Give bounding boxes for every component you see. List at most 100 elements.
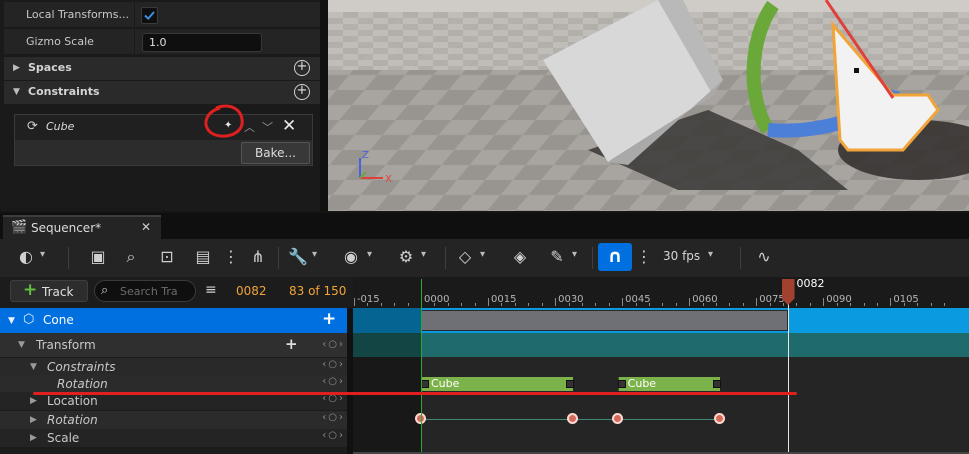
track-label-constraint-rotation: Rotation <box>57 377 108 391</box>
eye-icon[interactable]: ◉ <box>341 247 361 267</box>
constraint-item-row[interactable]: ⟳ Cube ✦ ︿ ﹀ ✕ <box>15 115 312 140</box>
collapse-arrow-icon[interactable]: ▼ <box>30 362 37 372</box>
sequencer-timeline[interactable]: -015 0000 0015 0030 0045 0060 0075 0090 0105 Cub… <box>353 277 969 454</box>
cone-section[interactable] <box>421 310 788 331</box>
remove-constraint-icon[interactable]: ✕ <box>282 116 296 136</box>
find-icon[interactable]: ⌕ <box>121 247 141 267</box>
pre-roll-shade <box>353 308 421 454</box>
playback-start-marker[interactable] <box>421 279 422 454</box>
gizmo-scale-input[interactable]: 1.0 <box>142 33 262 52</box>
ruler-minor-tick <box>434 303 436 306</box>
add-key-button[interactable]: + <box>285 335 298 353</box>
key-navigation-icon[interactable]: ‹○› <box>322 339 345 350</box>
chevron-down-icon[interactable]: ▾ <box>572 249 577 260</box>
local-transforms-row: Local Transforms... <box>4 2 320 28</box>
ruler-label: 0030 <box>558 294 584 305</box>
chevron-down-icon[interactable]: ▾ <box>480 249 485 260</box>
world-icon[interactable]: ◐ <box>16 247 36 267</box>
ruler-minor-tick <box>581 303 583 306</box>
filter-icon[interactable]: ≡ <box>205 282 217 298</box>
add-constraint-button[interactable]: + <box>294 84 310 100</box>
gizmo-scale-row: Gizmo Scale 1.0 <box>4 29 320 55</box>
frame-count: 83 of 150 <box>289 284 347 298</box>
constraint-section[interactable]: Cube <box>421 377 574 391</box>
keyframe[interactable] <box>566 413 578 424</box>
track-row-rotation[interactable]: ▶ Rotation ‹○› <box>0 411 347 429</box>
section-start-handle[interactable] <box>617 380 626 388</box>
ruler-minor-tick <box>675 303 677 306</box>
current-frame-field[interactable]: 0082 <box>236 284 267 298</box>
local-transforms-checkbox[interactable] <box>141 7 158 24</box>
chevron-down-icon[interactable]: ▾ <box>421 249 426 260</box>
annotation-underline <box>33 392 797 395</box>
key-icon[interactable]: ◇ <box>455 247 475 267</box>
more-icon[interactable]: ⋮ <box>634 247 654 267</box>
ruler-minor-tick <box>702 303 704 306</box>
camera-icon[interactable]: ⊡ <box>157 247 177 267</box>
ruler-tick <box>890 298 892 306</box>
snap-magnet-icon[interactable]: ∩ <box>598 243 632 271</box>
chevron-down-icon[interactable]: ▾ <box>312 249 317 260</box>
ruler-tick <box>488 298 490 306</box>
clapper-icon[interactable]: ▤ <box>193 247 213 267</box>
section-end-handle[interactable] <box>713 380 722 388</box>
wrench-icon[interactable]: 🔧 <box>288 247 308 267</box>
chevron-down-icon[interactable]: ▾ <box>40 249 45 260</box>
ruler-minor-tick <box>917 303 919 306</box>
fps-selector[interactable]: 30 fps <box>663 249 700 263</box>
spaces-category[interactable]: ▶ Spaces + <box>4 57 320 80</box>
ruler-tick <box>353 298 355 306</box>
close-tab-icon[interactable]: ✕ <box>141 220 151 234</box>
track-row-constraint-rotation[interactable]: Rotation ‹○› <box>0 375 347 393</box>
key-navigation-icon[interactable]: ‹○› <box>322 412 345 423</box>
track-row-scale[interactable]: ▶ Scale ‹○› <box>0 429 347 447</box>
level-viewport[interactable]: Z X <box>328 0 969 211</box>
key-navigation-icon[interactable]: ‹○› <box>322 359 345 370</box>
move-down-icon[interactable]: ﹀ <box>262 119 273 135</box>
sequencer-outliner: + Track ⌕ Search Tra ≡ 0082 83 of 150 ▼ … <box>0 277 353 454</box>
section-end-handle[interactable] <box>565 380 574 388</box>
ruler-minor-tick <box>514 303 516 306</box>
section-start-handle[interactable] <box>421 380 429 388</box>
axis-x-label: X <box>385 174 392 185</box>
ruler-minor-tick <box>930 303 932 306</box>
add-to-track-button[interactable]: + <box>322 309 336 329</box>
ruler-minor-tick <box>528 303 530 306</box>
add-track-label: Track <box>42 285 74 299</box>
save-icon[interactable]: ▣ <box>88 247 108 267</box>
track-row-transform[interactable]: ▼ Transform + ‹○› <box>0 333 347 357</box>
constraint-section[interactable]: Cube <box>617 377 722 391</box>
chevron-down-icon[interactable]: ▾ <box>708 249 713 260</box>
refresh-icon: ⟳ <box>27 119 38 134</box>
ruler-label: 0000 <box>424 294 450 305</box>
add-track-button[interactable]: + Track <box>10 280 88 302</box>
track-row-constraints[interactable]: ▼ Constraints ‹○› <box>0 358 347 376</box>
key-navigation-icon[interactable]: ‹○› <box>322 430 345 441</box>
track-row-cone[interactable]: ▼ ⬡ Cone + <box>0 308 353 333</box>
expand-arrow-icon[interactable]: ▶ <box>30 415 37 425</box>
search-input[interactable]: ⌕ Search Tra <box>94 280 196 302</box>
autokey-icon[interactable]: ◈ <box>510 247 530 267</box>
more-icon[interactable]: ⋮ <box>221 247 241 267</box>
expand-arrow-icon[interactable]: ▶ <box>30 396 37 406</box>
sequencer-tab-title: Sequencer* <box>31 221 102 235</box>
ruler-label: 0075 <box>759 294 785 305</box>
collapse-arrow-icon[interactable]: ▼ <box>8 316 15 326</box>
ruler-label: 0045 <box>625 294 651 305</box>
chevron-down-icon[interactable]: ▾ <box>367 249 372 260</box>
expand-arrow-icon[interactable]: ▶ <box>30 433 37 443</box>
local-transforms-label: Local Transforms... <box>26 8 129 21</box>
hierarchy-icon[interactable]: ⋔ <box>248 247 268 267</box>
pen-icon[interactable]: ✎ <box>547 247 567 267</box>
add-space-button[interactable]: + <box>294 60 310 76</box>
ruler-minor-tick <box>461 303 463 306</box>
key-navigation-icon[interactable]: ‹○› <box>322 376 345 387</box>
gear-icon[interactable]: ⚙ <box>396 247 416 267</box>
keyframe[interactable] <box>611 413 623 424</box>
sequencer-tab[interactable]: 🎬 Sequencer* ✕ <box>3 215 161 239</box>
collapse-arrow-icon[interactable]: ▼ <box>18 340 25 350</box>
ruler-minor-tick <box>394 303 396 306</box>
curve-editor-icon[interactable]: ∿ <box>754 247 774 267</box>
bake-button[interactable]: Bake... <box>241 142 310 164</box>
constraints-category[interactable]: ▼ Constraints + <box>4 81 320 104</box>
